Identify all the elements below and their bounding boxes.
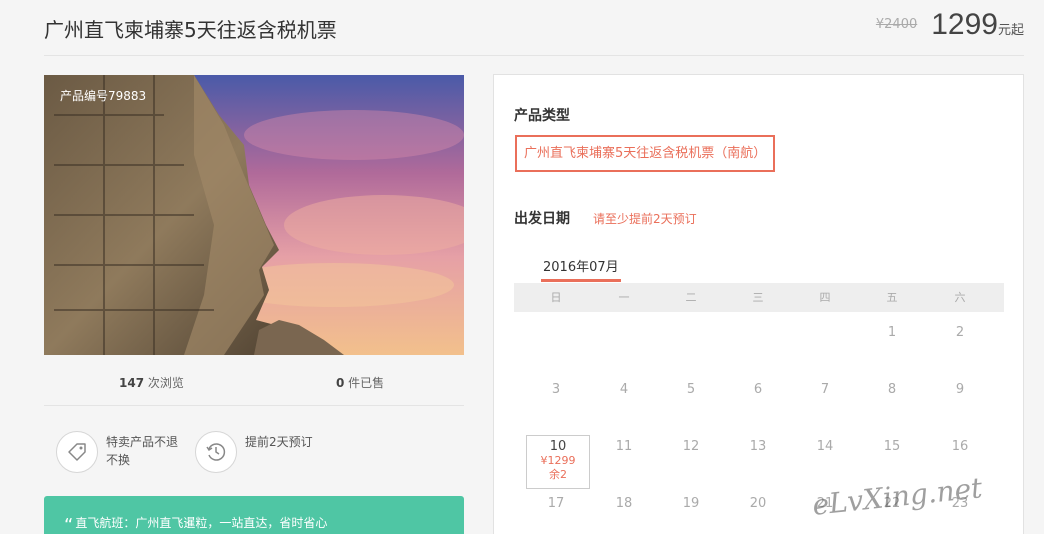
calendar-day[interactable]: 4	[604, 382, 644, 397]
highlight-body: 直飞航班：广州直飞暹粒，一站直达，省时省心	[75, 516, 328, 530]
temple-face-image	[44, 75, 464, 355]
price-unit: 元起	[997, 23, 1024, 38]
weekday-label: 六	[954, 291, 966, 304]
weekday-label: 三	[752, 291, 764, 304]
original-price: ¥2400	[875, 17, 918, 32]
selected-remaining: 余2	[549, 468, 567, 481]
month-tab[interactable]: 2016年07月	[543, 256, 619, 275]
product-type-label: 产品类型	[514, 108, 570, 124]
weekday-label: 一	[618, 291, 630, 304]
weekday-label: 二	[685, 291, 697, 304]
calendar-day[interactable]: 18	[604, 496, 644, 511]
product-number: 产品编号79883	[60, 89, 147, 103]
selected-date-cell[interactable]: 10 ¥1299 余2	[526, 435, 590, 489]
price-block: ¥2400 1299元起	[876, 8, 1024, 42]
sold-label: 件已售	[344, 376, 385, 390]
product-type-option[interactable]: 广州直飞柬埔寨5天往返含税机票（南航）	[515, 135, 776, 172]
calendar-day[interactable]: 9	[940, 382, 980, 397]
weekday-header: 日一二三四五六	[514, 283, 1004, 312]
clock-icon	[195, 431, 237, 473]
views-label: 次浏览	[144, 376, 184, 390]
month-tab-underline	[541, 279, 621, 282]
calendar-day[interactable]: 13	[738, 439, 778, 454]
departure-date-label: 出发日期	[514, 211, 570, 227]
booking-panel: 产品类型 广州直飞柬埔寨5天往返含税机票（南航） 出发日期 请至少提前2天预订 …	[493, 74, 1024, 534]
weekday-label: 四	[819, 291, 831, 304]
selected-day: 10	[549, 439, 567, 454]
calendar-day[interactable]: 17	[536, 496, 576, 511]
calendar-day[interactable]: 16	[940, 439, 980, 454]
tag-icon	[56, 431, 98, 473]
calendar-day[interactable]: 3	[536, 382, 576, 397]
calendar-day[interactable]: 14	[805, 439, 845, 454]
feature-text: 提前2天预订	[245, 435, 313, 449]
calendar-day[interactable]: 15	[872, 439, 912, 454]
calendar-day[interactable]: 12	[671, 439, 711, 454]
page-header: 广州直飞柬埔寨5天往返含税机票 ¥2400 1299元起	[44, 0, 1024, 56]
feature-text: 特卖产品不退不换	[106, 435, 179, 467]
booking-hint: 请至少提前2天预订	[593, 212, 697, 226]
current-price: 1299	[931, 8, 998, 41]
calendar-day[interactable]: 11	[604, 439, 644, 454]
product-image[interactable]: 产品编号79883	[44, 75, 464, 355]
page-title: 广州直飞柬埔寨5天往返含税机票	[44, 18, 337, 42]
weekday-label: 五	[886, 291, 898, 304]
views-stat: 147 次浏览	[119, 374, 184, 391]
sold-stat: 0 件已售	[336, 374, 384, 391]
views-count: 147	[119, 376, 145, 390]
calendar-day[interactable]: 2	[940, 325, 980, 340]
weekday-label: 日	[550, 291, 562, 304]
calendar-day[interactable]: 5	[671, 382, 711, 397]
calendar-day[interactable]: 8	[872, 382, 912, 397]
highlight-text: “直飞航班：广州直飞暹粒，一站直达，省时省心	[64, 514, 327, 534]
calendar-day[interactable]: 19	[671, 496, 711, 511]
highlight-banner: “直飞航班：广州直飞暹粒，一站直达，省时省心	[44, 496, 464, 534]
selected-price: ¥1299	[540, 454, 576, 467]
calendar-day[interactable]: 1	[872, 325, 912, 340]
stats-bar: 147 次浏览 0 件已售	[44, 355, 464, 406]
calendar-day[interactable]: 20	[738, 496, 778, 511]
quote-mark: “	[64, 515, 74, 534]
calendar-day[interactable]: 7	[805, 382, 845, 397]
calendar-day[interactable]: 6	[738, 382, 778, 397]
